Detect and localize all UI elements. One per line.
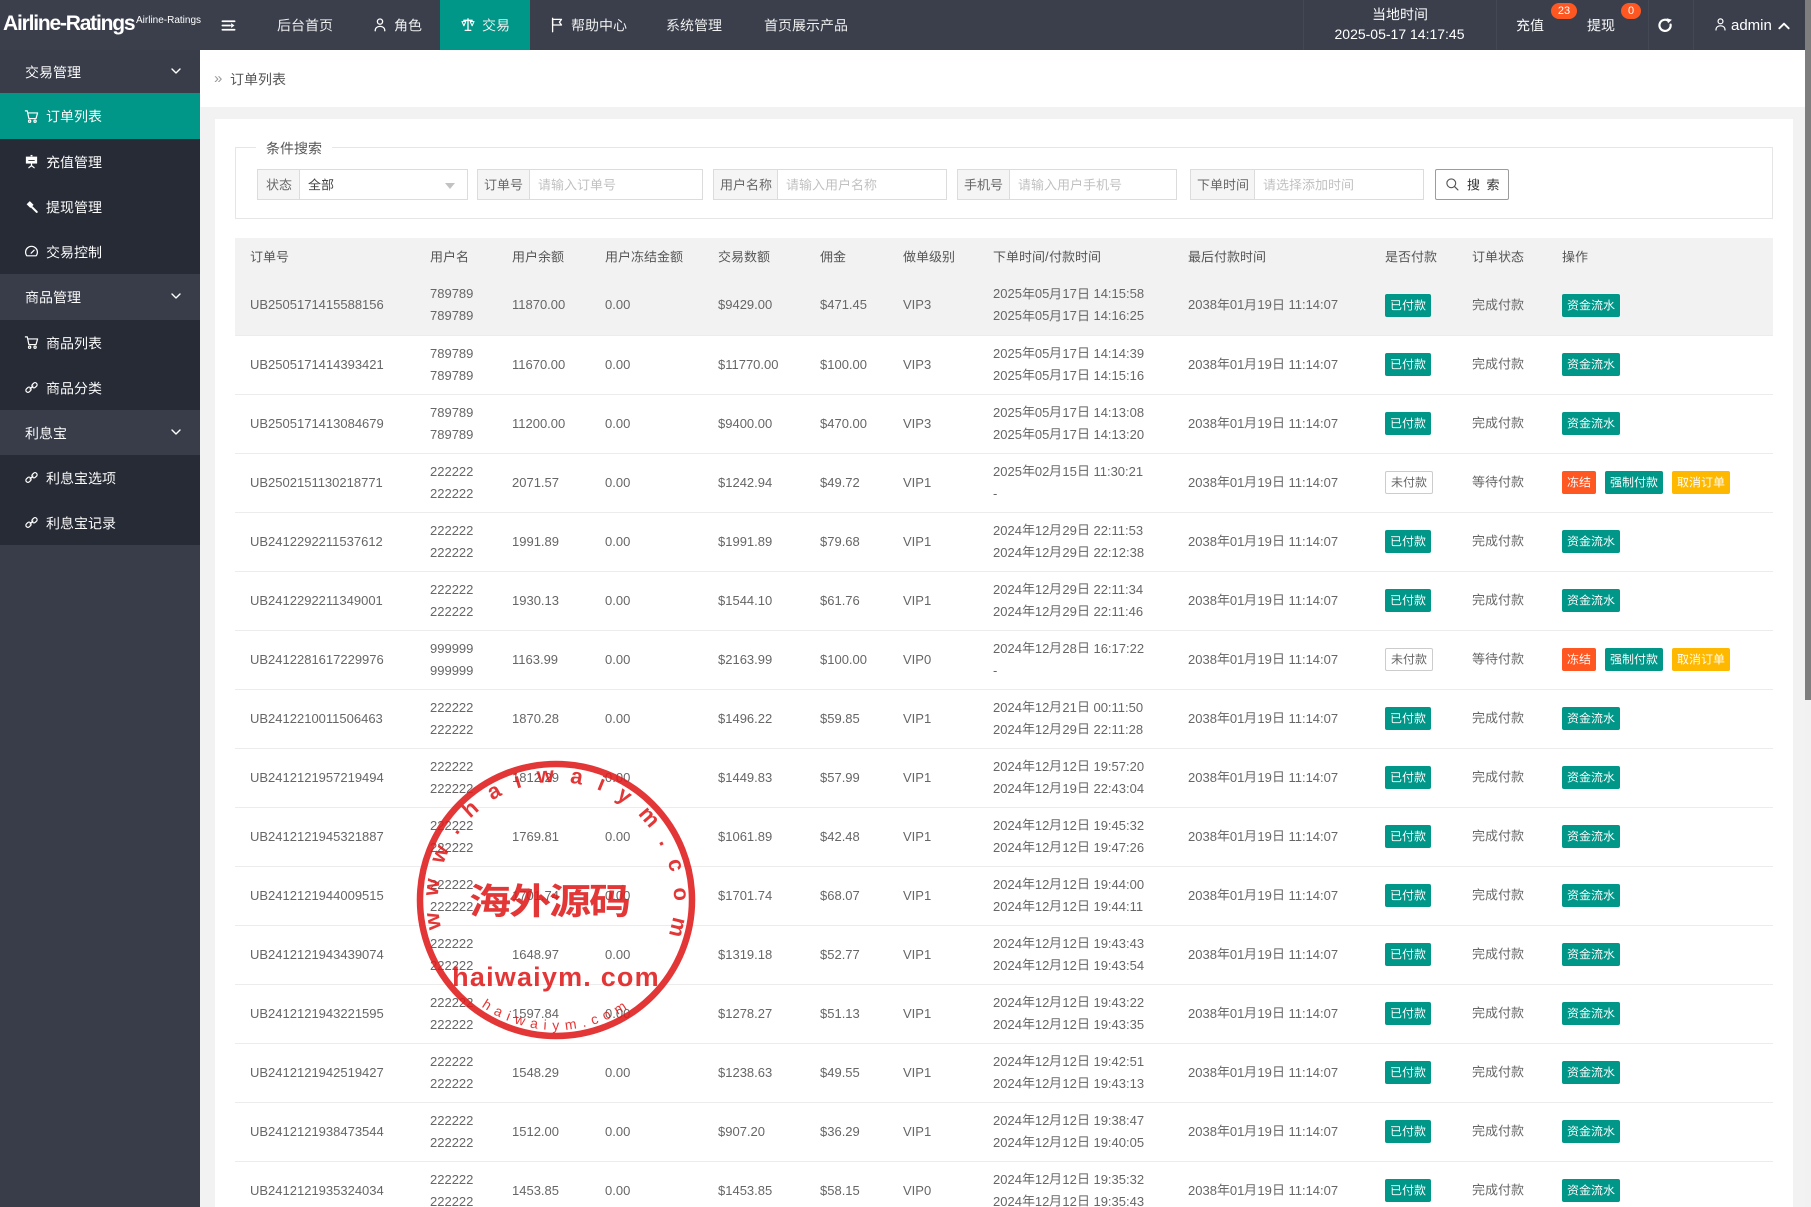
- svg-text:w w w . h a i w a i y m . c o: w w w . h a i w a i y m . c o m: [418, 762, 695, 945]
- svg-text:haiwaiym. com: haiwaiym. com: [452, 962, 660, 992]
